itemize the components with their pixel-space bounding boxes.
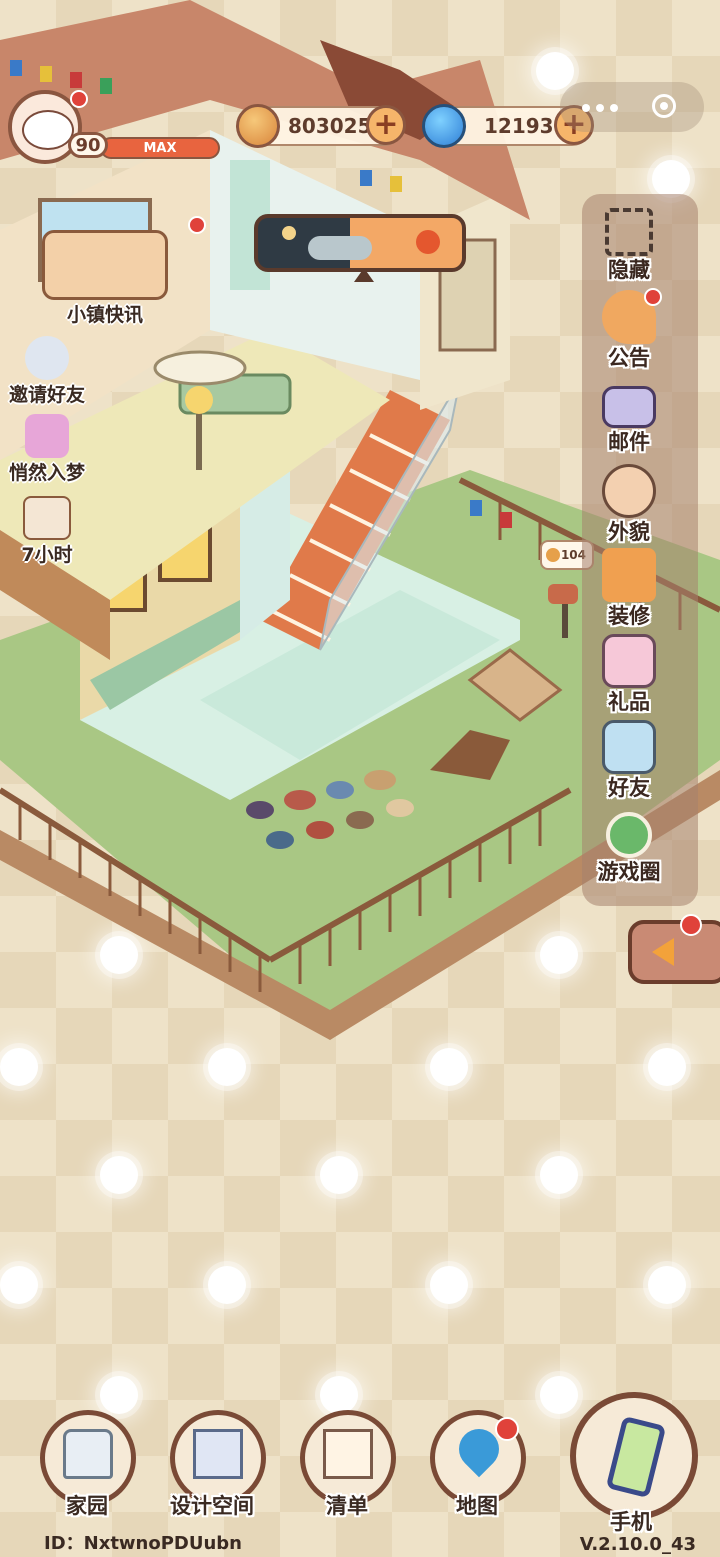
letter-event-timer: 7小时 xyxy=(21,544,73,566)
nav-design-space-label: 设计空间 xyxy=(170,1494,254,1518)
menu-hide-label: 隐藏 xyxy=(608,258,650,282)
mini-program-capsule[interactable] xyxy=(560,82,704,132)
letter-event-button[interactable]: 7小时 xyxy=(0,496,102,567)
hide-icon xyxy=(605,208,653,256)
invite-friends-button[interactable]: 邀请好友 xyxy=(0,336,102,407)
gem-icon xyxy=(422,104,466,148)
level-badge: 90 xyxy=(68,132,108,158)
nav-map-label: 地图 xyxy=(456,1494,498,1518)
gem-value: 12193 xyxy=(484,114,554,138)
sun-sparkle-decoration xyxy=(430,1048,468,1086)
notification-dot xyxy=(644,288,662,306)
notification-dot xyxy=(70,90,88,108)
menu-friends[interactable]: 好友 xyxy=(584,720,674,804)
avatar-face-icon xyxy=(22,110,74,150)
coin-small-icon xyxy=(546,548,560,562)
add-coins-button[interactable]: + xyxy=(366,105,406,145)
sun-sparkle-decoration xyxy=(208,1048,246,1086)
close-capsule-icon[interactable] xyxy=(652,94,676,118)
appearance-icon xyxy=(602,464,656,518)
coin-value: 803025 xyxy=(288,114,372,138)
home-icon xyxy=(63,1429,113,1479)
megaphone-icon xyxy=(25,336,69,380)
game-circle-icon xyxy=(606,812,652,858)
moon-icon xyxy=(282,226,296,240)
menu-appearance-label: 外貌 xyxy=(608,520,650,544)
xp-bar: MAX xyxy=(100,137,220,159)
menu-decorate-label: 装修 xyxy=(608,604,650,628)
day-night-indicator[interactable] xyxy=(254,214,466,282)
design-space-icon xyxy=(193,1429,243,1479)
level-status: MAX xyxy=(143,140,177,156)
nav-phone-button[interactable] xyxy=(570,1392,698,1520)
notification-dot xyxy=(680,914,702,936)
nav-checklist-label: 清单 xyxy=(326,1494,368,1518)
sun-sparkle-decoration xyxy=(648,1048,686,1086)
town-news-button[interactable]: 小镇快讯 xyxy=(42,216,206,327)
friends-icon xyxy=(602,720,656,774)
dream-event-button[interactable]: 悄然入梦 xyxy=(0,414,102,485)
menu-mail[interactable]: 邮件 xyxy=(584,380,674,464)
notification-dot xyxy=(188,216,206,234)
level-value: 90 xyxy=(75,134,101,156)
menu-friends-label: 好友 xyxy=(608,776,650,800)
sun-sparkle-decoration xyxy=(0,1266,38,1304)
town-news-icon xyxy=(42,230,168,300)
nav-home-label: 家园 xyxy=(66,1494,108,1518)
player-id: ID：NxtwnoPDUubn xyxy=(44,1533,242,1554)
sun-sparkle-decoration xyxy=(648,1266,686,1304)
sun-icon xyxy=(416,230,440,254)
dream-event-label: 悄然入梦 xyxy=(8,462,85,484)
mailbox xyxy=(548,584,578,604)
menu-gift[interactable]: 礼品 xyxy=(584,634,674,718)
decorate-icon xyxy=(602,548,656,602)
checklist-icon xyxy=(323,1429,373,1479)
gift-bow-icon xyxy=(25,414,69,458)
invite-friends-label: 邀请好友 xyxy=(8,384,85,406)
sun-sparkle-decoration xyxy=(100,1376,138,1414)
mail-icon xyxy=(602,386,656,428)
sun-sparkle-decoration xyxy=(0,1048,38,1086)
collapse-menu-button[interactable] xyxy=(628,914,720,984)
sun-sparkle-decoration xyxy=(208,1266,246,1304)
menu-game-circle[interactable]: 游戏圈 xyxy=(584,812,674,896)
cloud-icon xyxy=(308,236,372,260)
letter-quill-icon xyxy=(23,496,71,540)
sun-sparkle-decoration xyxy=(540,1376,578,1414)
phone-icon xyxy=(605,1415,667,1499)
more-options-icon[interactable] xyxy=(582,104,590,112)
sun-sparkle-decoration xyxy=(320,1376,358,1414)
menu-game-circle-label: 游戏圈 xyxy=(597,860,661,884)
sun-sparkle-decoration xyxy=(320,1156,358,1194)
mailbox-post xyxy=(562,600,568,638)
menu-gift-label: 礼品 xyxy=(608,690,650,714)
game-version: V.2.10.0_43 xyxy=(579,1534,696,1555)
town-news-label: 小镇快讯 xyxy=(66,304,143,326)
time-pointer-icon xyxy=(354,268,374,282)
sun-sparkle-decoration xyxy=(100,1156,138,1194)
menu-announcement-label: 公告 xyxy=(608,346,650,370)
menu-appearance[interactable]: 外貌 xyxy=(584,464,674,548)
arrow-left-icon xyxy=(652,938,674,966)
coin-icon xyxy=(236,104,280,148)
nav-phone-label: 手机 xyxy=(610,1510,652,1534)
menu-mail-label: 邮件 xyxy=(608,430,650,454)
floor-lamp-shade xyxy=(185,386,213,414)
menu-decorate[interactable]: 装修 xyxy=(584,548,674,632)
sun-sparkle-decoration xyxy=(430,1266,468,1304)
coffee-table xyxy=(153,350,247,386)
sun-sparkle-decoration xyxy=(540,1156,578,1194)
menu-hide[interactable]: 隐藏 xyxy=(584,208,674,292)
coin-counter: 803025 + xyxy=(236,104,406,148)
menu-announcement[interactable]: 公告 xyxy=(584,288,674,374)
gift-icon xyxy=(602,634,656,688)
notification-dot xyxy=(495,1417,519,1441)
